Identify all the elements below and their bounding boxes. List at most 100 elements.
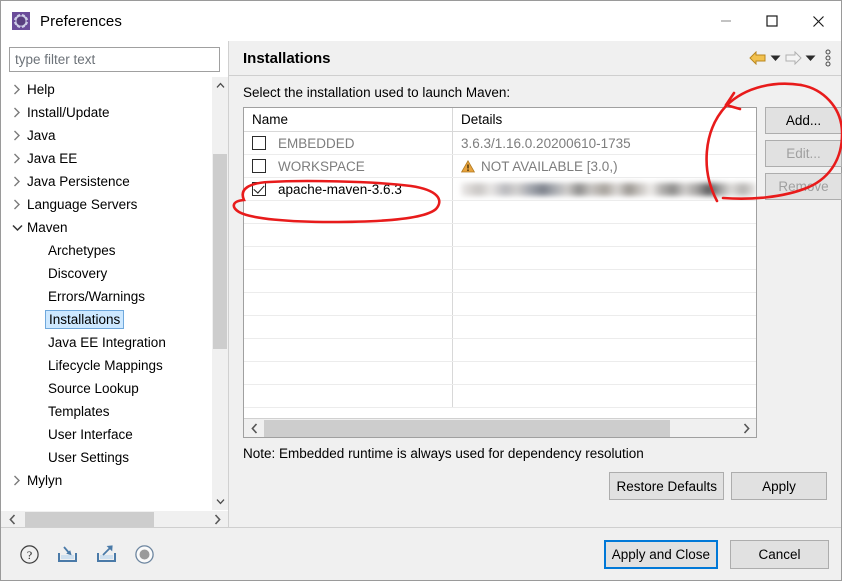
apply-button[interactable]: Apply <box>731 472 827 500</box>
sidebar-item-user-interface[interactable]: User Interface <box>1 423 211 446</box>
table-scroll-right-icon[interactable] <box>736 422 756 434</box>
table-row-empty[interactable] <box>244 316 756 339</box>
installations-section: Name Details EMBEDDED 3.6.3/1.16.0.202006… <box>243 107 842 438</box>
table-row-empty[interactable] <box>244 385 756 408</box>
table-row-empty[interactable] <box>244 362 756 385</box>
column-header-details[interactable]: Details <box>453 108 756 131</box>
sidebar-item-lifecycle-mappings[interactable]: Lifecycle Mappings <box>1 354 211 377</box>
export-preferences-icon[interactable] <box>95 544 118 565</box>
installation-name: apache-maven-3.6.3 <box>278 181 402 197</box>
toggle-icon[interactable] <box>134 544 155 565</box>
minimize-icon[interactable] <box>703 1 749 41</box>
cell-name-empty <box>244 316 453 338</box>
table-row-empty[interactable] <box>244 293 756 316</box>
table-row[interactable]: apache-maven-3.6.3 <box>244 178 756 201</box>
checkbox-checked[interactable] <box>252 182 266 196</box>
table-row-empty[interactable] <box>244 339 756 362</box>
search-input[interactable] <box>9 47 220 72</box>
column-header-name[interactable]: Name <box>244 108 453 131</box>
remove-button[interactable]: Remove <box>765 173 842 200</box>
table-action-buttons: Add... Edit... Remove <box>765 107 842 200</box>
preferences-tree: Help Install/Update Java Java EE Java Persis… <box>1 77 211 510</box>
page-title: Installations <box>243 49 331 67</box>
sidebar-item-language-servers[interactable]: Language Servers <box>1 193 211 216</box>
sidebar-item-maven[interactable]: Maven <box>1 216 211 239</box>
installation-details: NOT AVAILABLE [3.0,) <box>481 158 618 174</box>
chevron-down-icon[interactable] <box>9 224 25 232</box>
chevron-right-icon[interactable] <box>9 84 25 95</box>
back-arrow-icon[interactable] <box>749 47 767 69</box>
table-row-empty[interactable] <box>244 270 756 293</box>
chevron-right-icon[interactable] <box>9 153 25 164</box>
sidebar-item-label: Errors/Warnings <box>48 289 146 304</box>
sidebar-item-label: Archetypes <box>48 243 116 258</box>
sidebar-hscroll-track[interactable] <box>23 511 206 528</box>
scroll-up-arrow-icon[interactable] <box>212 77 228 94</box>
sidebar-item-user-settings[interactable]: User Settings <box>1 446 211 469</box>
table-row-empty[interactable] <box>244 201 756 224</box>
table-hscroll-track[interactable] <box>264 419 736 438</box>
chevron-right-icon[interactable] <box>9 176 25 187</box>
sidebar-horizontal-scrollbar[interactable] <box>1 510 228 527</box>
add-button[interactable]: Add... <box>765 107 842 134</box>
sidebar-item-install-update[interactable]: Install/Update <box>1 101 211 124</box>
back-dropdown-icon[interactable] <box>770 47 781 69</box>
cell-details: 3.6.3/1.16.0.20200610-1735 <box>453 132 756 154</box>
scroll-down-arrow-icon[interactable] <box>212 493 228 510</box>
cell-name: WORKSPACE <box>244 155 453 177</box>
table-row[interactable]: EMBEDDED 3.6.3/1.16.0.20200610-1735 <box>244 132 756 155</box>
sidebar-item-source-lookup[interactable]: Source Lookup <box>1 377 211 400</box>
sidebar-item-templates[interactable]: Templates <box>1 400 211 423</box>
chevron-right-icon[interactable] <box>9 475 25 486</box>
checkbox-unchecked[interactable] <box>252 136 266 150</box>
restore-defaults-button[interactable]: Restore Defaults <box>609 472 724 500</box>
sidebar-item-java-persistence[interactable]: Java Persistence <box>1 170 211 193</box>
maximize-icon[interactable] <box>749 1 795 41</box>
cell-details <box>453 178 756 200</box>
installation-details: 3.6.3/1.16.0.20200610-1735 <box>461 135 631 151</box>
checkbox-unchecked[interactable] <box>252 159 266 173</box>
cell-details: NOT AVAILABLE [3.0,) <box>453 155 756 177</box>
sidebar-item-java[interactable]: Java <box>1 124 211 147</box>
footer-icon-bar: ? <box>19 544 155 565</box>
chevron-right-icon[interactable] <box>9 199 25 210</box>
apply-and-close-button[interactable]: Apply and Close <box>603 539 718 569</box>
close-icon[interactable] <box>795 1 841 41</box>
edit-button[interactable]: Edit... <box>765 140 842 167</box>
sidebar-item-discovery[interactable]: Discovery <box>1 262 211 285</box>
sidebar-item-label: Installations <box>45 310 125 329</box>
sidebar-item-mylyn[interactable]: Mylyn <box>1 469 211 492</box>
table-row[interactable]: WORKSPACE NOT AVAILABLE [3.0,) <box>244 155 756 178</box>
view-menu-icon[interactable] <box>825 47 831 69</box>
cancel-button[interactable]: Cancel <box>730 539 829 569</box>
sidebar-vertical-scrollbar[interactable] <box>211 77 228 510</box>
sidebar-scroll-thumb[interactable] <box>213 154 227 349</box>
sidebar-item-label: Help <box>27 82 55 97</box>
scroll-left-arrow-icon[interactable] <box>1 513 23 525</box>
table-scroll-left-icon[interactable] <box>244 422 264 434</box>
cell-name-empty <box>244 385 453 407</box>
chevron-right-icon[interactable] <box>9 130 25 141</box>
import-preferences-icon[interactable] <box>56 544 79 565</box>
sidebar-item-errors-warnings[interactable]: Errors/Warnings <box>1 285 211 308</box>
window-title: Preferences <box>40 12 122 30</box>
scroll-right-arrow-icon[interactable] <box>206 513 228 525</box>
table-row-empty[interactable] <box>244 224 756 247</box>
sidebar-scroll-track[interactable] <box>212 94 228 493</box>
sidebar-item-java-ee[interactable]: Java EE <box>1 147 211 170</box>
chevron-right-icon[interactable] <box>9 107 25 118</box>
help-icon[interactable]: ? <box>19 544 40 565</box>
table-hscroll-thumb[interactable] <box>264 419 670 437</box>
sidebar-hscroll-thumb[interactable] <box>25 511 154 527</box>
preferences-sidebar: Help Install/Update Java Java EE Java Persis… <box>1 41 229 527</box>
sidebar-item-archetypes[interactable]: Archetypes <box>1 239 211 262</box>
sidebar-item-label: Discovery <box>48 266 108 281</box>
forward-dropdown-icon[interactable] <box>805 47 816 69</box>
table-row-empty[interactable] <box>244 247 756 270</box>
warning-icon <box>461 159 475 173</box>
sidebar-item-installations[interactable]: Installations <box>1 308 211 331</box>
sidebar-item-help[interactable]: Help <box>1 78 211 101</box>
table-horizontal-scrollbar[interactable] <box>244 418 756 437</box>
forward-arrow-icon[interactable] <box>784 47 802 69</box>
sidebar-item-java-ee-integration[interactable]: Java EE Integration <box>1 331 211 354</box>
